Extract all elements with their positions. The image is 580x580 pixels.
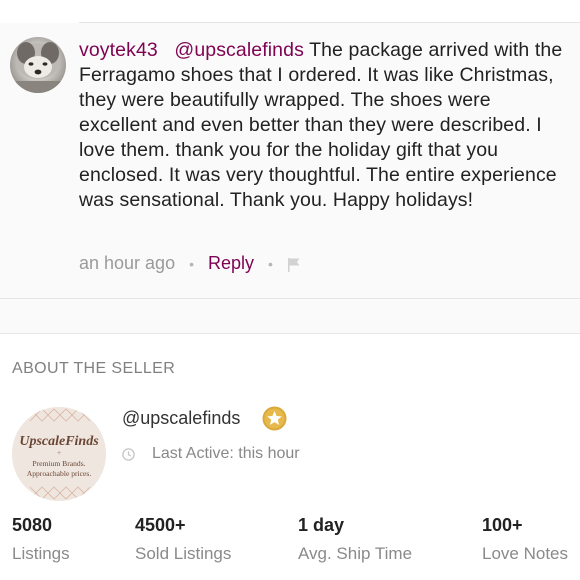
stat-value: 1 day: [298, 515, 345, 535]
comment-message: The package arrived with the Ferragamo s…: [79, 39, 563, 211]
separator-dot: •: [268, 255, 273, 272]
stat-value: 100+: [482, 515, 523, 535]
last-active-status: Last Active: this hour: [152, 445, 300, 462]
stat-label: Love Notes: [482, 544, 568, 563]
stat-value: 5080: [12, 515, 53, 535]
clock-icon: [122, 448, 135, 461]
stat-love-notes[interactable]: 100+ Love Notes: [482, 515, 568, 564]
stat-avg-ship-time: 1 day Avg. Ship Time: [298, 515, 412, 564]
commenter-avatar[interactable]: [10, 37, 66, 93]
comment-meta: an hour ago • Reply •: [79, 253, 301, 274]
commenter-username[interactable]: voytek43: [79, 39, 158, 61]
logo-wordmark: UpscaleFinds: [19, 434, 99, 449]
logo-tagline-1: Premium Brands.: [32, 459, 85, 468]
reply-button[interactable]: Reply: [208, 253, 254, 274]
svg-text:+: +: [57, 450, 61, 457]
comment-text: voytek43 @upscalefinds The package arriv…: [79, 38, 571, 213]
stat-listings[interactable]: 5080 Listings: [12, 515, 70, 564]
stat-label: Listings: [12, 544, 70, 563]
seller-mention-link[interactable]: @upscalefinds: [174, 39, 304, 61]
seller-handle[interactable]: @upscalefinds: [122, 408, 240, 429]
stat-label: Sold Listings: [135, 544, 232, 563]
section-spacer: [0, 299, 580, 334]
stat-sold-listings[interactable]: 4500+ Sold Listings: [135, 515, 231, 564]
seller-logo[interactable]: UpscaleFinds + Premium Brands. Approacha…: [12, 407, 106, 501]
about-seller-heading: ABOUT THE SELLER: [12, 360, 176, 377]
separator-dot: •: [189, 255, 194, 272]
stat-label: Avg. Ship Time: [298, 544, 413, 563]
flag-icon[interactable]: [287, 257, 301, 273]
dog-avatar-icon: [10, 42, 66, 93]
comment-time: an hour ago: [79, 253, 176, 273]
stat-value: 4500+: [135, 515, 186, 535]
logo-tagline-2: Approachable prices.: [27, 469, 92, 478]
star-badge-icon[interactable]: [262, 406, 287, 431]
